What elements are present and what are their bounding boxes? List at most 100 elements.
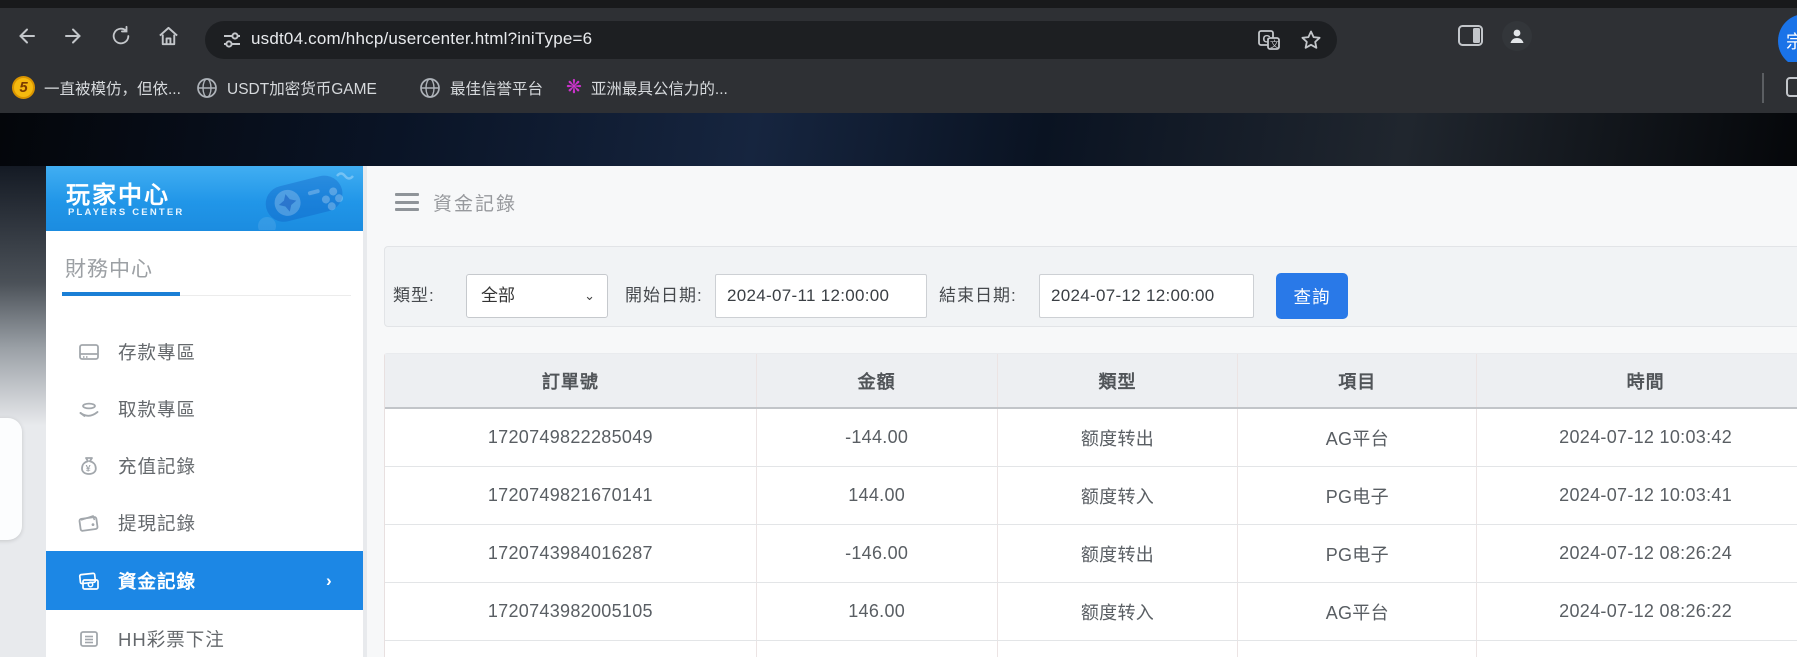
order-no-cell: 1720749822285049	[487, 427, 653, 447]
type-cell: 额度转出	[996, 525, 1238, 582]
bookmarks-bar: 5 一直被模仿，但依... USDT加密货币GAME 最佳信誉平台 ❋ 亚洲最具…	[0, 62, 1797, 113]
chevron-right-icon: ›	[326, 570, 332, 590]
banknotes-icon	[78, 570, 100, 592]
time-cell: 2024-07-12 08:26:24	[1476, 525, 1797, 582]
table-row: 1720749822285049 -144.00 额度转出 AG平台 2024-…	[385, 409, 1797, 467]
home-icon[interactable]	[155, 23, 181, 49]
bookmark-label: 一直被模仿，但依...	[44, 80, 181, 98]
type-label: 類型:	[393, 286, 435, 305]
funds-record-panel: 資金記錄 類型: 全部 ⌄ 開始日期: 2024-07-11 12:00:00 …	[367, 166, 1797, 657]
start-date-input[interactable]: 2024-07-11 12:00:00	[715, 274, 927, 318]
back-icon[interactable]	[14, 23, 40, 49]
chevron-down-icon: ⌄	[584, 288, 595, 303]
item-cell: AG平台	[1237, 583, 1476, 640]
svg-text:文: 文	[1270, 39, 1279, 50]
item-cell: PG电子	[1237, 525, 1476, 582]
bookmark-star-icon[interactable]	[1299, 28, 1323, 57]
amount-cell: -144.00	[755, 409, 997, 466]
sidebar-item-funds-record[interactable]: 資金記錄 ›	[46, 551, 363, 610]
sidebar-item-label: 取款專區	[118, 398, 197, 420]
url-text[interactable]: usdt04.com/hhcp/usercenter.html?iniType=…	[251, 29, 592, 49]
end-date-label: 結束日期:	[939, 286, 1017, 305]
item-cell: PG电子	[1237, 467, 1476, 524]
order-no-cell: 1720749821670141	[487, 485, 653, 505]
bookmark-item[interactable]: 最佳信誉平台	[419, 62, 543, 113]
bookmark-item[interactable]: ❋ 亚洲最具公信力的...	[566, 62, 728, 113]
flower-favicon: ❋	[566, 76, 582, 98]
column-header: 金額	[755, 354, 997, 407]
sidebar-header: 玩家中心 PLAYERS CENTER	[46, 166, 363, 231]
reload-icon[interactable]	[108, 23, 134, 49]
table-row: 1720749821670141 144.00 额度转入 PG电子 2024-0…	[385, 467, 1797, 525]
bookmark-label: 最佳信誉平台	[450, 80, 544, 98]
item-cell: AG平台	[1237, 409, 1476, 466]
web-page: 玩家中心 PLAYERS CENTER 財務中心 存款專區 取款專區 ¥ 充值記…	[0, 113, 1797, 657]
bookmark-item[interactable]: USDT加密货币GAME	[196, 62, 377, 113]
banner-left-strip	[0, 166, 46, 426]
order-no-cell: 1720743984016287	[487, 543, 653, 563]
avatar-glyph: 宗	[1786, 32, 1797, 52]
sidebar-item-label: 資金記錄	[118, 570, 197, 592]
translate-icon[interactable]: G文	[1257, 28, 1281, 57]
column-header: 訂單號	[541, 371, 599, 392]
sidebar-item-deposit[interactable]: 存款專區	[46, 323, 363, 380]
gamepad-icon	[237, 168, 357, 231]
sidebar-item-hh-lottery[interactable]: HH彩票下注	[46, 610, 363, 657]
address-bar[interactable]: usdt04.com/hhcp/usercenter.html?iniType=…	[205, 21, 1337, 59]
svg-text:¥: ¥	[86, 463, 91, 473]
list-icon	[78, 628, 100, 650]
hero-banner	[0, 113, 1797, 166]
type-cell: 额度转入	[996, 467, 1238, 524]
search-button[interactable]: 查詢	[1276, 273, 1348, 319]
bookmark-item[interactable]: 5 一直被模仿，但依...	[12, 62, 181, 113]
time-cell: 2024-07-12 10:03:42	[1476, 409, 1797, 466]
sidebar-section-title: 財務中心	[65, 258, 153, 281]
type-select[interactable]: 全部 ⌄	[466, 274, 608, 318]
account-avatar[interactable]: 宗	[1778, 14, 1797, 68]
start-date-label: 開始日期:	[625, 286, 703, 305]
sidebar-item-withdraw[interactable]: 取款專區	[46, 380, 363, 437]
order-no-cell: 1720743982005105	[487, 601, 653, 621]
bookmark-label: USDT加密货币GAME	[227, 80, 377, 98]
other-bookmarks-icon[interactable]	[1786, 77, 1797, 102]
bookmark-label: 亚洲最具公信力的...	[590, 80, 728, 98]
coin-5-favicon: 5	[12, 76, 35, 99]
sidebar-item-recharge-record[interactable]: ¥ 充值記錄	[46, 437, 363, 494]
site-info-icon[interactable]	[221, 29, 243, 51]
side-panel-icon[interactable]	[1458, 25, 1483, 51]
amount-cell: 146.00	[755, 583, 997, 640]
page-title: 資金記錄	[433, 193, 518, 215]
sidebar-item-label: HH彩票下注	[118, 628, 225, 650]
sidebar-item-withdrawal-record[interactable]: 提現記錄	[46, 494, 363, 551]
sidebar-item-label: 充值記錄	[118, 455, 197, 477]
page-header: 資金記錄	[395, 190, 518, 215]
page-side-card	[0, 418, 22, 540]
forward-icon[interactable]	[60, 23, 86, 49]
bookmarks-divider	[1762, 73, 1764, 103]
type-cell: 额度转入	[996, 583, 1238, 640]
withdraw-icon	[78, 398, 100, 420]
column-header: 項目	[1237, 354, 1476, 407]
table-header-row: 訂單號 金額 類型 項目 時間	[385, 354, 1797, 409]
tab-strip	[0, 0, 1797, 8]
globe-favicon	[196, 77, 218, 99]
profile-icon[interactable]	[1502, 21, 1532, 51]
type-select-value: 全部	[481, 286, 515, 305]
hamburger-icon[interactable]	[395, 193, 419, 211]
section-divider-accent	[62, 292, 180, 296]
deposit-icon	[78, 341, 100, 363]
end-date-input[interactable]: 2024-07-12 12:00:00	[1039, 274, 1254, 318]
globe-favicon	[419, 77, 441, 99]
sidebar-item-label: 存款專區	[118, 341, 197, 363]
type-cell: 额度转出	[996, 409, 1238, 466]
funds-record-table: 訂單號 金額 類型 項目 時間 1720749822285049 -144.00…	[384, 353, 1797, 657]
money-bag-icon: ¥	[78, 455, 100, 477]
sidebar-menu: 存款專區 取款專區 ¥ 充值記錄 提現記錄 資金記錄 › HH彩票下注	[46, 323, 363, 657]
sidebar-item-label: 提現記錄	[118, 512, 197, 534]
amount-cell: -146.00	[755, 525, 997, 582]
time-cell: 2024-07-12 08:26:22	[1476, 583, 1797, 640]
browser-toolbar: usdt04.com/hhcp/usercenter.html?iniType=…	[0, 8, 1797, 68]
sidebar-subtitle: PLAYERS CENTER	[68, 207, 185, 218]
table-row-partial	[385, 641, 1797, 657]
filter-bar: 類型: 全部 ⌄ 開始日期: 2024-07-11 12:00:00 結束日期:…	[384, 246, 1797, 327]
